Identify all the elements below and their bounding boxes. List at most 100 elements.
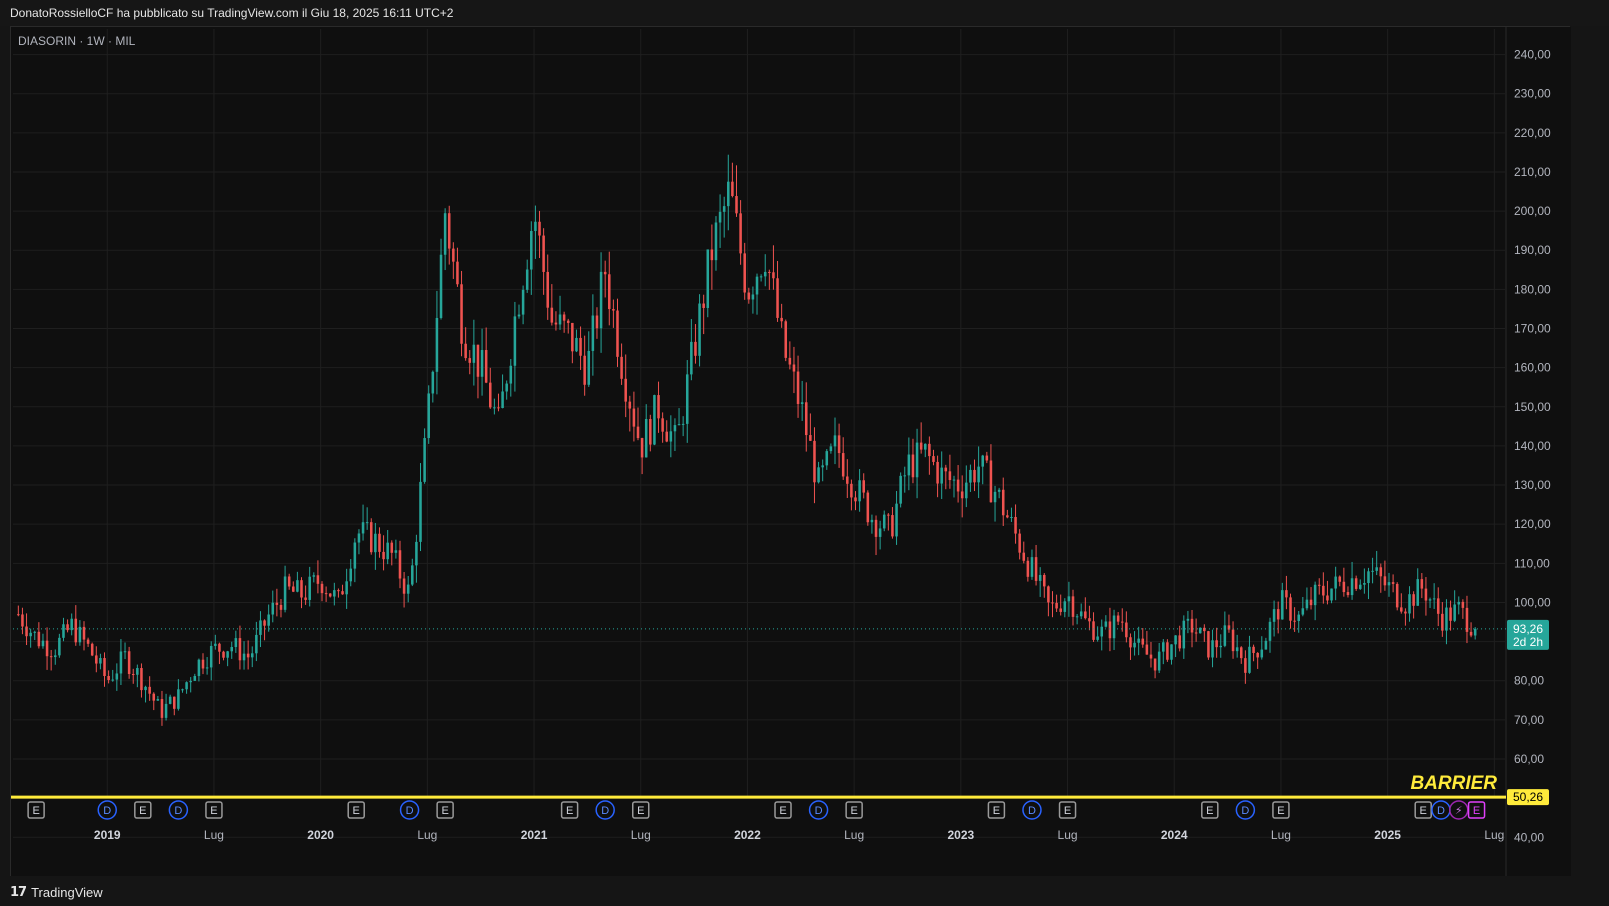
- y-tick-label: 170,00: [1514, 322, 1551, 336]
- candle-up: [1010, 517, 1013, 519]
- candle-up: [1330, 588, 1333, 601]
- candle-up: [530, 230, 533, 270]
- candle-down: [928, 443, 931, 457]
- candle-up: [690, 341, 693, 375]
- candle-up: [1334, 576, 1337, 589]
- candle-up: [501, 391, 504, 409]
- candle-down: [316, 575, 320, 584]
- candle-down: [1051, 602, 1054, 604]
- candle-up: [575, 337, 578, 352]
- candle-up: [587, 350, 591, 385]
- candle-up: [119, 651, 123, 674]
- candle-up: [817, 467, 820, 483]
- candle-up: [1264, 640, 1268, 650]
- candle-up: [755, 276, 759, 295]
- candle-down: [1149, 654, 1153, 659]
- dividend-marker-letter: D: [1028, 805, 1036, 817]
- candle-down: [550, 307, 554, 323]
- candle-down: [460, 284, 463, 344]
- chart-frame[interactable]: 40,00 60,00 70,00 80,00 100,00 110,00 120,00 13…: [10, 26, 1571, 877]
- candle-up: [669, 431, 673, 442]
- candle-down: [218, 643, 221, 652]
- split-marker-glyph: ⚡: [1455, 804, 1463, 817]
- x-tick-label: Lug: [1058, 828, 1078, 842]
- candle-down: [287, 576, 291, 587]
- y-tick-label: 70,00: [1514, 713, 1544, 727]
- candle-up: [164, 703, 168, 718]
- y-tick-label: 160,00: [1514, 361, 1551, 375]
- candle-up: [718, 211, 722, 223]
- candle-down: [148, 686, 151, 694]
- candle-down: [809, 435, 812, 441]
- candle-down: [542, 235, 545, 272]
- candle-up: [1359, 584, 1362, 589]
- x-tick-label: 2020: [307, 828, 334, 842]
- candle-up: [821, 465, 824, 468]
- candle-down: [1153, 658, 1157, 671]
- candle-up: [965, 482, 968, 499]
- candle-down: [140, 668, 143, 691]
- candle-down: [49, 656, 53, 658]
- candle-up: [415, 541, 418, 566]
- candle-down: [620, 356, 623, 379]
- candle-down: [17, 614, 20, 616]
- candle-up: [58, 637, 61, 656]
- candle-down: [1383, 576, 1387, 586]
- y-tick-label: 240,00: [1514, 48, 1551, 62]
- candle-down: [320, 583, 324, 594]
- candle-down: [1461, 601, 1465, 608]
- candle-down: [595, 315, 599, 329]
- candle-down: [862, 480, 865, 493]
- y-tick-label: 110,00: [1514, 556, 1550, 570]
- candle-up: [599, 271, 603, 329]
- candlestick-chart[interactable]: 40,00 60,00 70,00 80,00 100,00 110,00 120,00 13…: [11, 27, 1571, 877]
- y-tick-label: 40,00: [1514, 830, 1544, 844]
- candle-down: [497, 407, 500, 409]
- candle-down: [776, 278, 779, 318]
- y-tick-label: 220,00: [1514, 126, 1551, 140]
- candle-up: [386, 542, 389, 560]
- candle-down: [337, 590, 340, 592]
- candle-down: [854, 497, 857, 502]
- y-tick-label: 210,00: [1514, 165, 1551, 179]
- candle-up: [259, 620, 262, 635]
- y-tick-label: 140,00: [1514, 439, 1551, 453]
- candle-up: [525, 269, 529, 290]
- candle-up: [1137, 638, 1140, 643]
- candle-down: [640, 438, 644, 458]
- candle-up: [1375, 567, 1378, 571]
- dividend-marker-letter: D: [406, 805, 414, 817]
- candle-up: [829, 446, 833, 452]
- candle-down: [103, 658, 106, 677]
- candle-up: [411, 565, 414, 585]
- candle-up: [493, 407, 496, 409]
- symbol-legend[interactable]: DIASORIN · 1W · MIL: [18, 34, 135, 48]
- candle-down: [1026, 560, 1030, 577]
- candle-down: [201, 659, 205, 669]
- candle-up: [136, 668, 139, 675]
- candle-up: [283, 576, 287, 610]
- candle-down: [743, 253, 746, 293]
- x-tick-label: Lug: [1484, 828, 1504, 842]
- candle-up: [308, 576, 311, 600]
- candle-up: [70, 618, 73, 631]
- tradingview-logo[interactable]: 𝟭𝟳 TradingView: [10, 885, 103, 900]
- candle-up: [903, 475, 907, 477]
- candle-down: [341, 591, 344, 595]
- candle-down: [1055, 602, 1058, 609]
- candle-up: [907, 454, 911, 476]
- candle-up: [833, 435, 837, 447]
- candle-up: [296, 580, 299, 592]
- candle-down: [398, 550, 402, 579]
- candle-down: [456, 261, 459, 285]
- dividend-marker-letter: D: [815, 805, 823, 817]
- candle-down: [45, 640, 49, 657]
- candle-down: [1141, 638, 1145, 645]
- candle-down: [452, 248, 455, 262]
- candle-up: [517, 314, 521, 317]
- candle-down: [1239, 647, 1243, 659]
- chart-background: [11, 27, 1571, 877]
- candle-up: [1416, 579, 1419, 606]
- candle-down: [911, 454, 915, 478]
- candle-down: [1404, 611, 1407, 614]
